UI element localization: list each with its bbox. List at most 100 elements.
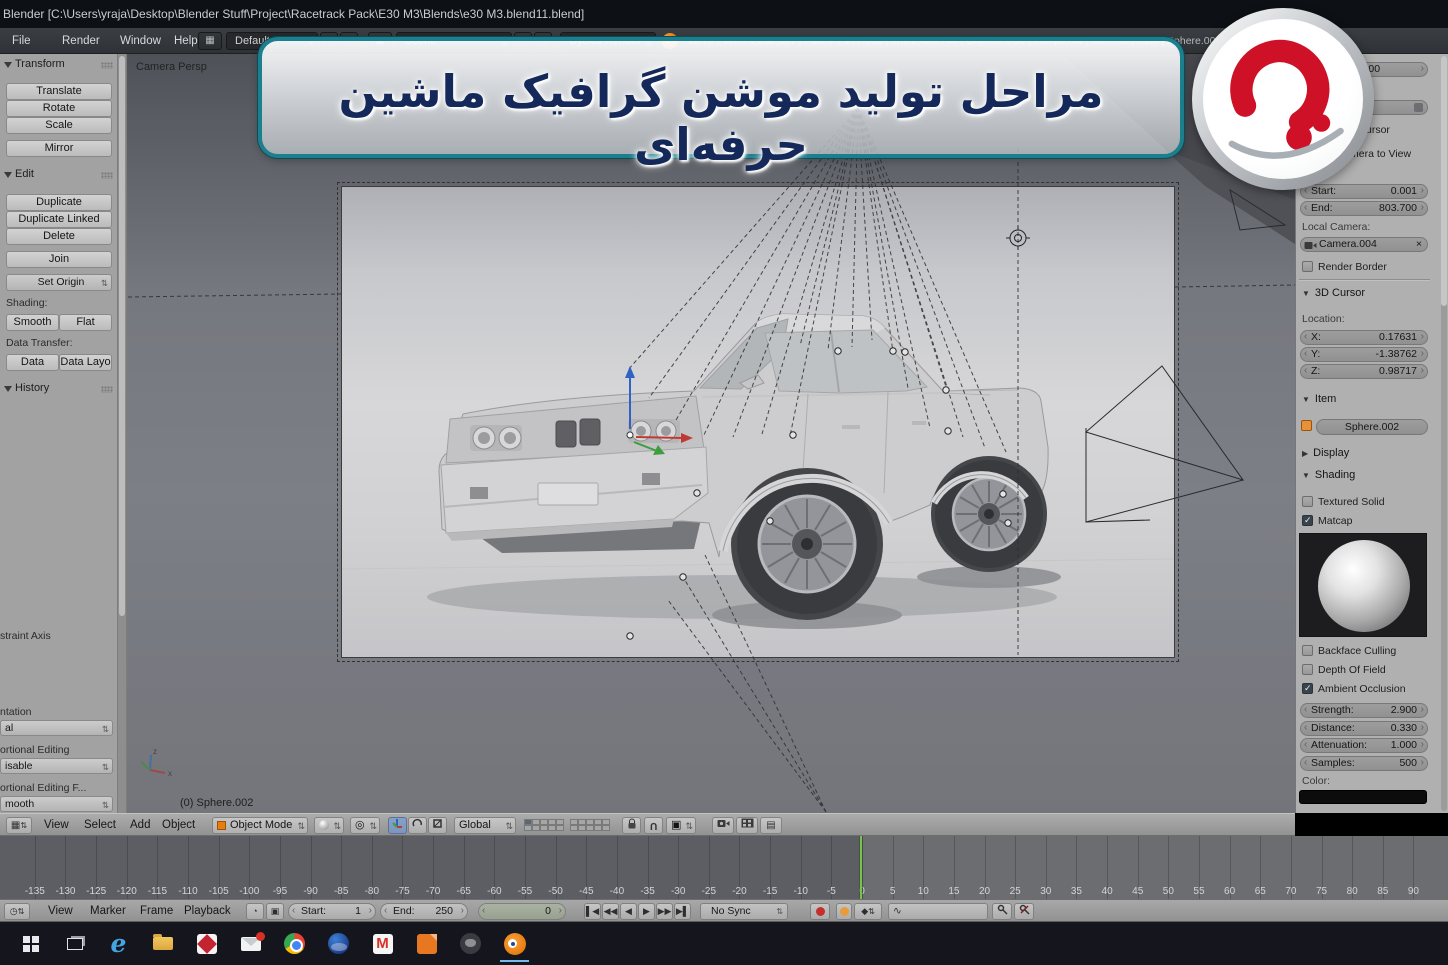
vp-menu-object[interactable]: Object — [162, 814, 195, 837]
taskbar-mail[interactable] — [234, 926, 267, 962]
delete-button[interactable]: Delete — [6, 228, 112, 245]
duplicate-linked-button[interactable]: Duplicate Linked — [6, 211, 112, 228]
manipulator-scale-button[interactable] — [428, 817, 447, 834]
taskbar-explorer[interactable] — [146, 926, 179, 962]
orientation-dropdown[interactable]: al — [0, 720, 113, 736]
cursor-z-field[interactable]: Z:0.98717 — [1300, 364, 1428, 379]
section-item[interactable]: Item — [1302, 393, 1336, 405]
keying-dot-button[interactable] — [836, 903, 852, 920]
editor-type-dropdown[interactable]: ▦⇅ — [6, 817, 32, 834]
ao-attenuation-field[interactable]: Attenuation:1.000 — [1300, 738, 1428, 753]
insert-keyframe-button[interactable] — [992, 903, 1012, 920]
clip-start-field[interactable]: Start:0.001 — [1300, 184, 1428, 199]
matcap-preview[interactable] — [1299, 533, 1427, 637]
panel-history[interactable]: History — [0, 380, 118, 397]
editor-type-dropdown[interactable]: ◷⇅ — [4, 903, 30, 920]
menu-help[interactable]: Help — [170, 28, 202, 54]
layers-widget[interactable] — [524, 819, 570, 833]
vp-menu-add[interactable]: Add — [130, 814, 150, 837]
jump-to-end-button[interactable]: ▶▌ — [674, 903, 691, 920]
snap-element-dropdown[interactable]: ▣ — [666, 817, 696, 834]
mode-dropdown[interactable]: Object Mode — [212, 817, 308, 834]
section-shading[interactable]: Shading — [1302, 469, 1355, 481]
prev-keyframe-button[interactable]: ◀◀ — [602, 903, 619, 920]
play-button[interactable]: ▶ — [638, 903, 655, 920]
layers-widget-2[interactable] — [570, 819, 616, 833]
ao-strength-field[interactable]: Strength:2.900 — [1300, 703, 1428, 718]
start-button[interactable] — [14, 926, 47, 962]
screen-layout-ic[interactable]: ▦ — [198, 32, 222, 50]
current-frame-line[interactable] — [860, 836, 862, 899]
menu-file[interactable]: File — [8, 28, 35, 54]
panel-grip-icon[interactable] — [101, 62, 113, 69]
duplicate-button[interactable]: Duplicate — [6, 194, 112, 211]
shade-flat-button[interactable]: Flat — [59, 314, 112, 331]
cursor-y-field[interactable]: Y:-1.38762 — [1300, 347, 1428, 362]
vp-menu-select[interactable]: Select — [84, 814, 116, 837]
rotate-button[interactable]: Rotate — [6, 100, 112, 117]
menu-window[interactable]: Window — [116, 28, 165, 54]
task-view-button[interactable] — [58, 926, 91, 962]
data-button[interactable]: Data — [6, 354, 59, 371]
manipulator-rotate-button[interactable] — [408, 817, 427, 834]
taskbar-blue-app[interactable] — [322, 926, 355, 962]
viewport-shading-dropdown[interactable] — [314, 817, 344, 834]
pivot-point-dropdown[interactable]: ◎ — [350, 817, 380, 834]
taskbar-gmail[interactable]: M — [366, 926, 399, 962]
shade-smooth-button[interactable]: Smooth — [6, 314, 59, 331]
orientation-dropdown[interactable]: Global — [454, 817, 516, 834]
clip-end-field[interactable]: End:803.700 — [1300, 201, 1428, 216]
clear-camera-icon[interactable]: × — [1416, 238, 1422, 251]
tl-menu-frame[interactable]: Frame — [140, 900, 173, 923]
checkbox-checked-icon[interactable] — [1302, 683, 1313, 694]
delete-keyframe-button[interactable] — [1014, 903, 1034, 920]
checkbox-icon[interactable] — [1302, 496, 1313, 507]
next-keyframe-button[interactable]: ▶▶ — [656, 903, 673, 920]
panel-grip-icon[interactable] — [101, 386, 113, 393]
frame-end-field[interactable]: End:250 — [380, 903, 468, 920]
join-button[interactable]: Join — [6, 251, 112, 268]
ao-distance-field[interactable]: Distance:0.330 — [1300, 721, 1428, 736]
panel-transform[interactable]: Transform — [0, 56, 118, 73]
play-reverse-button[interactable]: ◀ — [620, 903, 637, 920]
tl-menu-marker[interactable]: Marker — [90, 900, 126, 923]
local-camera-field[interactable]: Camera.004 × — [1300, 237, 1428, 252]
section-display[interactable]: Display — [1302, 447, 1349, 459]
taskbar-dark-app[interactable] — [454, 926, 487, 962]
menu-render[interactable]: Render — [58, 28, 104, 54]
sync-dropdown[interactable]: No Sync⇅ — [700, 903, 788, 920]
snap-magnet-button[interactable]: U — [644, 817, 663, 834]
scrollbar-thumb[interactable] — [1441, 56, 1447, 306]
panel-edit[interactable]: Edit — [0, 166, 118, 183]
ao-color-swatch[interactable] — [1299, 790, 1427, 804]
record-button[interactable] — [810, 903, 830, 920]
mirror-button[interactable]: Mirror — [6, 140, 112, 157]
frame-start-field[interactable]: Start:1 — [288, 903, 376, 920]
taskbar-blender[interactable] — [498, 926, 531, 962]
opengl-render-anim-button[interactable] — [736, 817, 758, 834]
lock-button[interactable] — [622, 817, 641, 834]
checkbox-checked-icon[interactable] — [1302, 515, 1313, 526]
tl-menu-view[interactable]: View — [48, 900, 73, 923]
ao-samples-field[interactable]: Samples:500 — [1300, 756, 1428, 771]
item-name-field[interactable]: Sphere.002 — [1316, 419, 1428, 435]
eyedropper-icon[interactable] — [1414, 103, 1423, 112]
jump-to-start-button[interactable]: ▌◀ — [584, 903, 601, 920]
frame-lock-button[interactable]: ▣ — [266, 903, 284, 920]
checkbox-icon[interactable] — [1302, 664, 1313, 675]
data-layout-button[interactable]: Data Layo — [59, 354, 112, 371]
vp-menu-view[interactable]: View — [44, 814, 69, 837]
scale-button[interactable]: Scale — [6, 117, 112, 134]
taskbar-orange-app[interactable] — [410, 926, 443, 962]
proportional-editing-dropdown[interactable]: isable — [0, 758, 113, 774]
timeline-ruler[interactable]: -135-130-125-120-115-110-105-100-95-90-8… — [0, 836, 1448, 899]
preview-range-button[interactable]: ◔ — [246, 903, 264, 920]
tl-menu-playback[interactable]: Playback — [184, 900, 231, 923]
panel-scrollbar[interactable] — [1441, 56, 1447, 811]
tool-shelf-scrollbar[interactable] — [118, 54, 127, 813]
proportional-falloff-dropdown[interactable]: mooth — [0, 796, 113, 812]
panel-grip-icon[interactable] — [101, 172, 113, 179]
set-origin-dropdown[interactable]: Set Origin — [6, 274, 112, 291]
taskbar-chrome[interactable] — [278, 926, 311, 962]
cursor-x-field[interactable]: X:0.17631 — [1300, 330, 1428, 345]
